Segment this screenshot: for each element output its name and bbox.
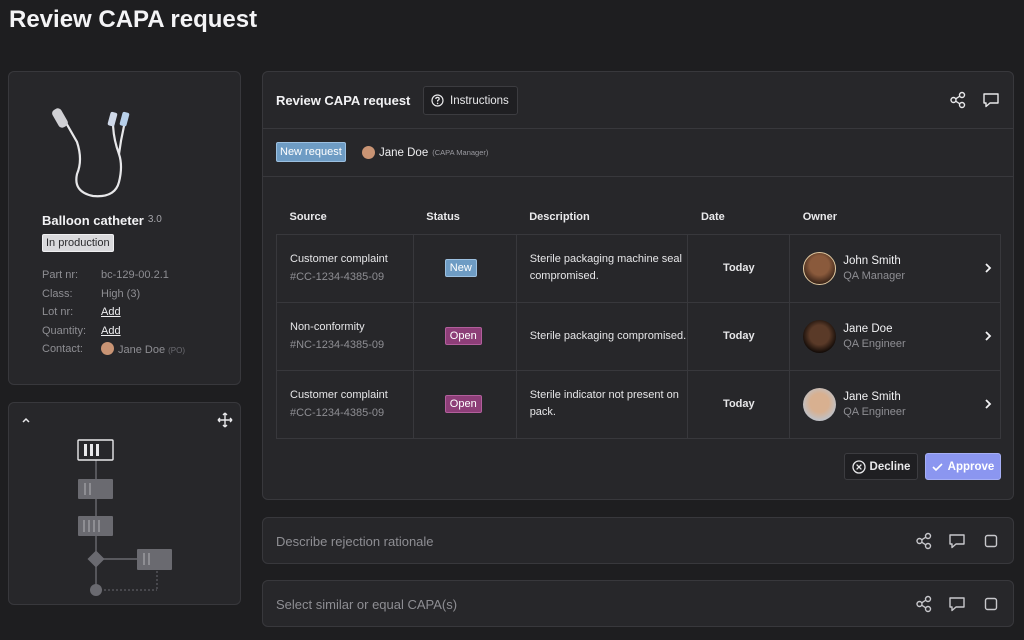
column-header-description: Description — [529, 211, 590, 224]
request-status-badge: New request — [276, 142, 346, 162]
workflow-step — [137, 549, 172, 570]
description-cell: Sterile packaging machine seal compromis… — [515, 233, 689, 303]
checkbox-icon[interactable] — [982, 595, 1000, 613]
product-status-badge: In production — [42, 234, 114, 252]
share-icon[interactable] — [915, 595, 933, 613]
add-lot-nr-link[interactable]: Add — [101, 306, 121, 318]
help-circle-icon — [431, 94, 444, 107]
description-cell: Sterile indicator not present on pack. — [515, 369, 689, 439]
catheter-image — [52, 108, 130, 198]
review-title: Review CAPA request — [276, 93, 411, 108]
product-card: Balloon catheter 3.0 In production Part n… — [8, 71, 241, 385]
property-lot-nr: Lot nr: Add — [42, 306, 121, 319]
share-icon[interactable] — [915, 532, 933, 550]
status-badge: New — [444, 259, 477, 277]
comment-icon[interactable] — [982, 91, 1000, 109]
status-cell: Open — [412, 369, 517, 439]
property-class: Class: High (3) — [42, 287, 141, 300]
comment-icon[interactable] — [948, 595, 966, 613]
table-row[interactable]: Customer complaint #CC-1234-4385-09 Open… — [276, 369, 1001, 439]
workflow-card — [8, 402, 241, 605]
instructions-button[interactable]: Instructions — [423, 86, 518, 115]
table-row[interactable]: Customer complaint #CC-1234-4385-09 New … — [276, 233, 1001, 303]
request-meta: New request Jane Doe (CAPA Manager) — [263, 129, 1013, 177]
table-row[interactable]: Non-conformity #NC-1234-4385-09 Open Ste… — [276, 301, 1001, 371]
product-name: Balloon catheter 3.0 — [42, 213, 162, 228]
rejection-rationale-section[interactable]: Describe rejection rationale — [262, 517, 1014, 564]
similar-capa-section[interactable]: Select similar or equal CAPA(s) — [262, 580, 1014, 627]
workflow-diagram — [77, 439, 172, 596]
add-quantity-link[interactable]: Add — [101, 325, 121, 337]
owner-cell: John Smith QA Manager — [789, 233, 1001, 303]
requester[interactable]: Jane Doe (CAPA Manager) — [362, 146, 488, 159]
source-cell: Customer complaint #CC-1234-4385-09 — [276, 369, 414, 439]
review-header: Review CAPA request Instructions — [263, 72, 1013, 129]
contact-avatar — [101, 342, 114, 356]
product-version: 3.0 — [147, 214, 162, 225]
chevron-right-icon[interactable] — [984, 331, 992, 341]
share-icon[interactable] — [949, 91, 967, 109]
column-header-source: Source — [289, 211, 327, 224]
column-header-owner: Owner — [802, 211, 837, 224]
owner-avatar — [803, 319, 837, 353]
source-cell: Customer complaint #CC-1234-4385-09 — [276, 233, 414, 303]
description-cell: Sterile packaging compromised. — [515, 301, 689, 371]
decline-button[interactable]: Decline — [844, 453, 918, 480]
close-circle-icon — [851, 459, 866, 474]
status-cell: New — [412, 233, 517, 303]
workflow-decision — [87, 550, 105, 568]
property-part-nr: Part nr: bc-129-00.2.1 — [42, 269, 169, 282]
product-properties: Part nr: bc-129-00.2.1 Class: High (3) L… — [42, 266, 185, 359]
property-contact: Contact: Jane Doe (PO) — [42, 342, 185, 357]
status-badge: Open — [444, 327, 482, 345]
comment-icon[interactable] — [948, 532, 966, 550]
workflow-end — [90, 584, 102, 596]
section-title: Select similar or equal CAPA(s) — [276, 597, 458, 612]
date-cell: Today — [687, 301, 791, 371]
chevron-right-icon[interactable] — [984, 399, 992, 409]
checkbox-icon[interactable] — [982, 532, 1000, 550]
section-title: Describe rejection rationale — [276, 534, 434, 549]
date-cell: Today — [687, 369, 791, 439]
column-header-date: Date — [700, 211, 725, 224]
owner-cell: Jane Smith QA Engineer — [789, 369, 1001, 439]
status-badge: Open — [444, 395, 482, 413]
source-cell: Non-conformity #NC-1234-4385-09 — [276, 301, 414, 371]
status-cell: Open — [412, 301, 517, 371]
page-title: Review CAPA request — [9, 6, 258, 33]
date-cell: Today — [687, 233, 791, 303]
owner-avatar — [803, 251, 837, 285]
capa-table: Source Status Description Date Owner Cus… — [276, 201, 1001, 439]
check-icon — [932, 462, 943, 471]
workflow-step-active — [77, 439, 114, 461]
workflow-step — [78, 479, 113, 499]
review-capa-card: Review CAPA request Instructions New req… — [262, 71, 1014, 500]
chevron-right-icon[interactable] — [984, 263, 992, 273]
owner-cell: Jane Doe QA Engineer — [789, 301, 1001, 371]
requester-avatar — [362, 146, 375, 159]
owner-avatar — [803, 387, 837, 421]
property-quantity: Quantity: Add — [42, 324, 121, 337]
column-header-status: Status — [426, 211, 460, 224]
contact-value[interactable]: Jane Doe (PO) — [101, 342, 185, 356]
table-header-row: Source Status Description Date Owner — [277, 201, 1001, 234]
approve-button[interactable]: Approve — [925, 453, 1001, 480]
